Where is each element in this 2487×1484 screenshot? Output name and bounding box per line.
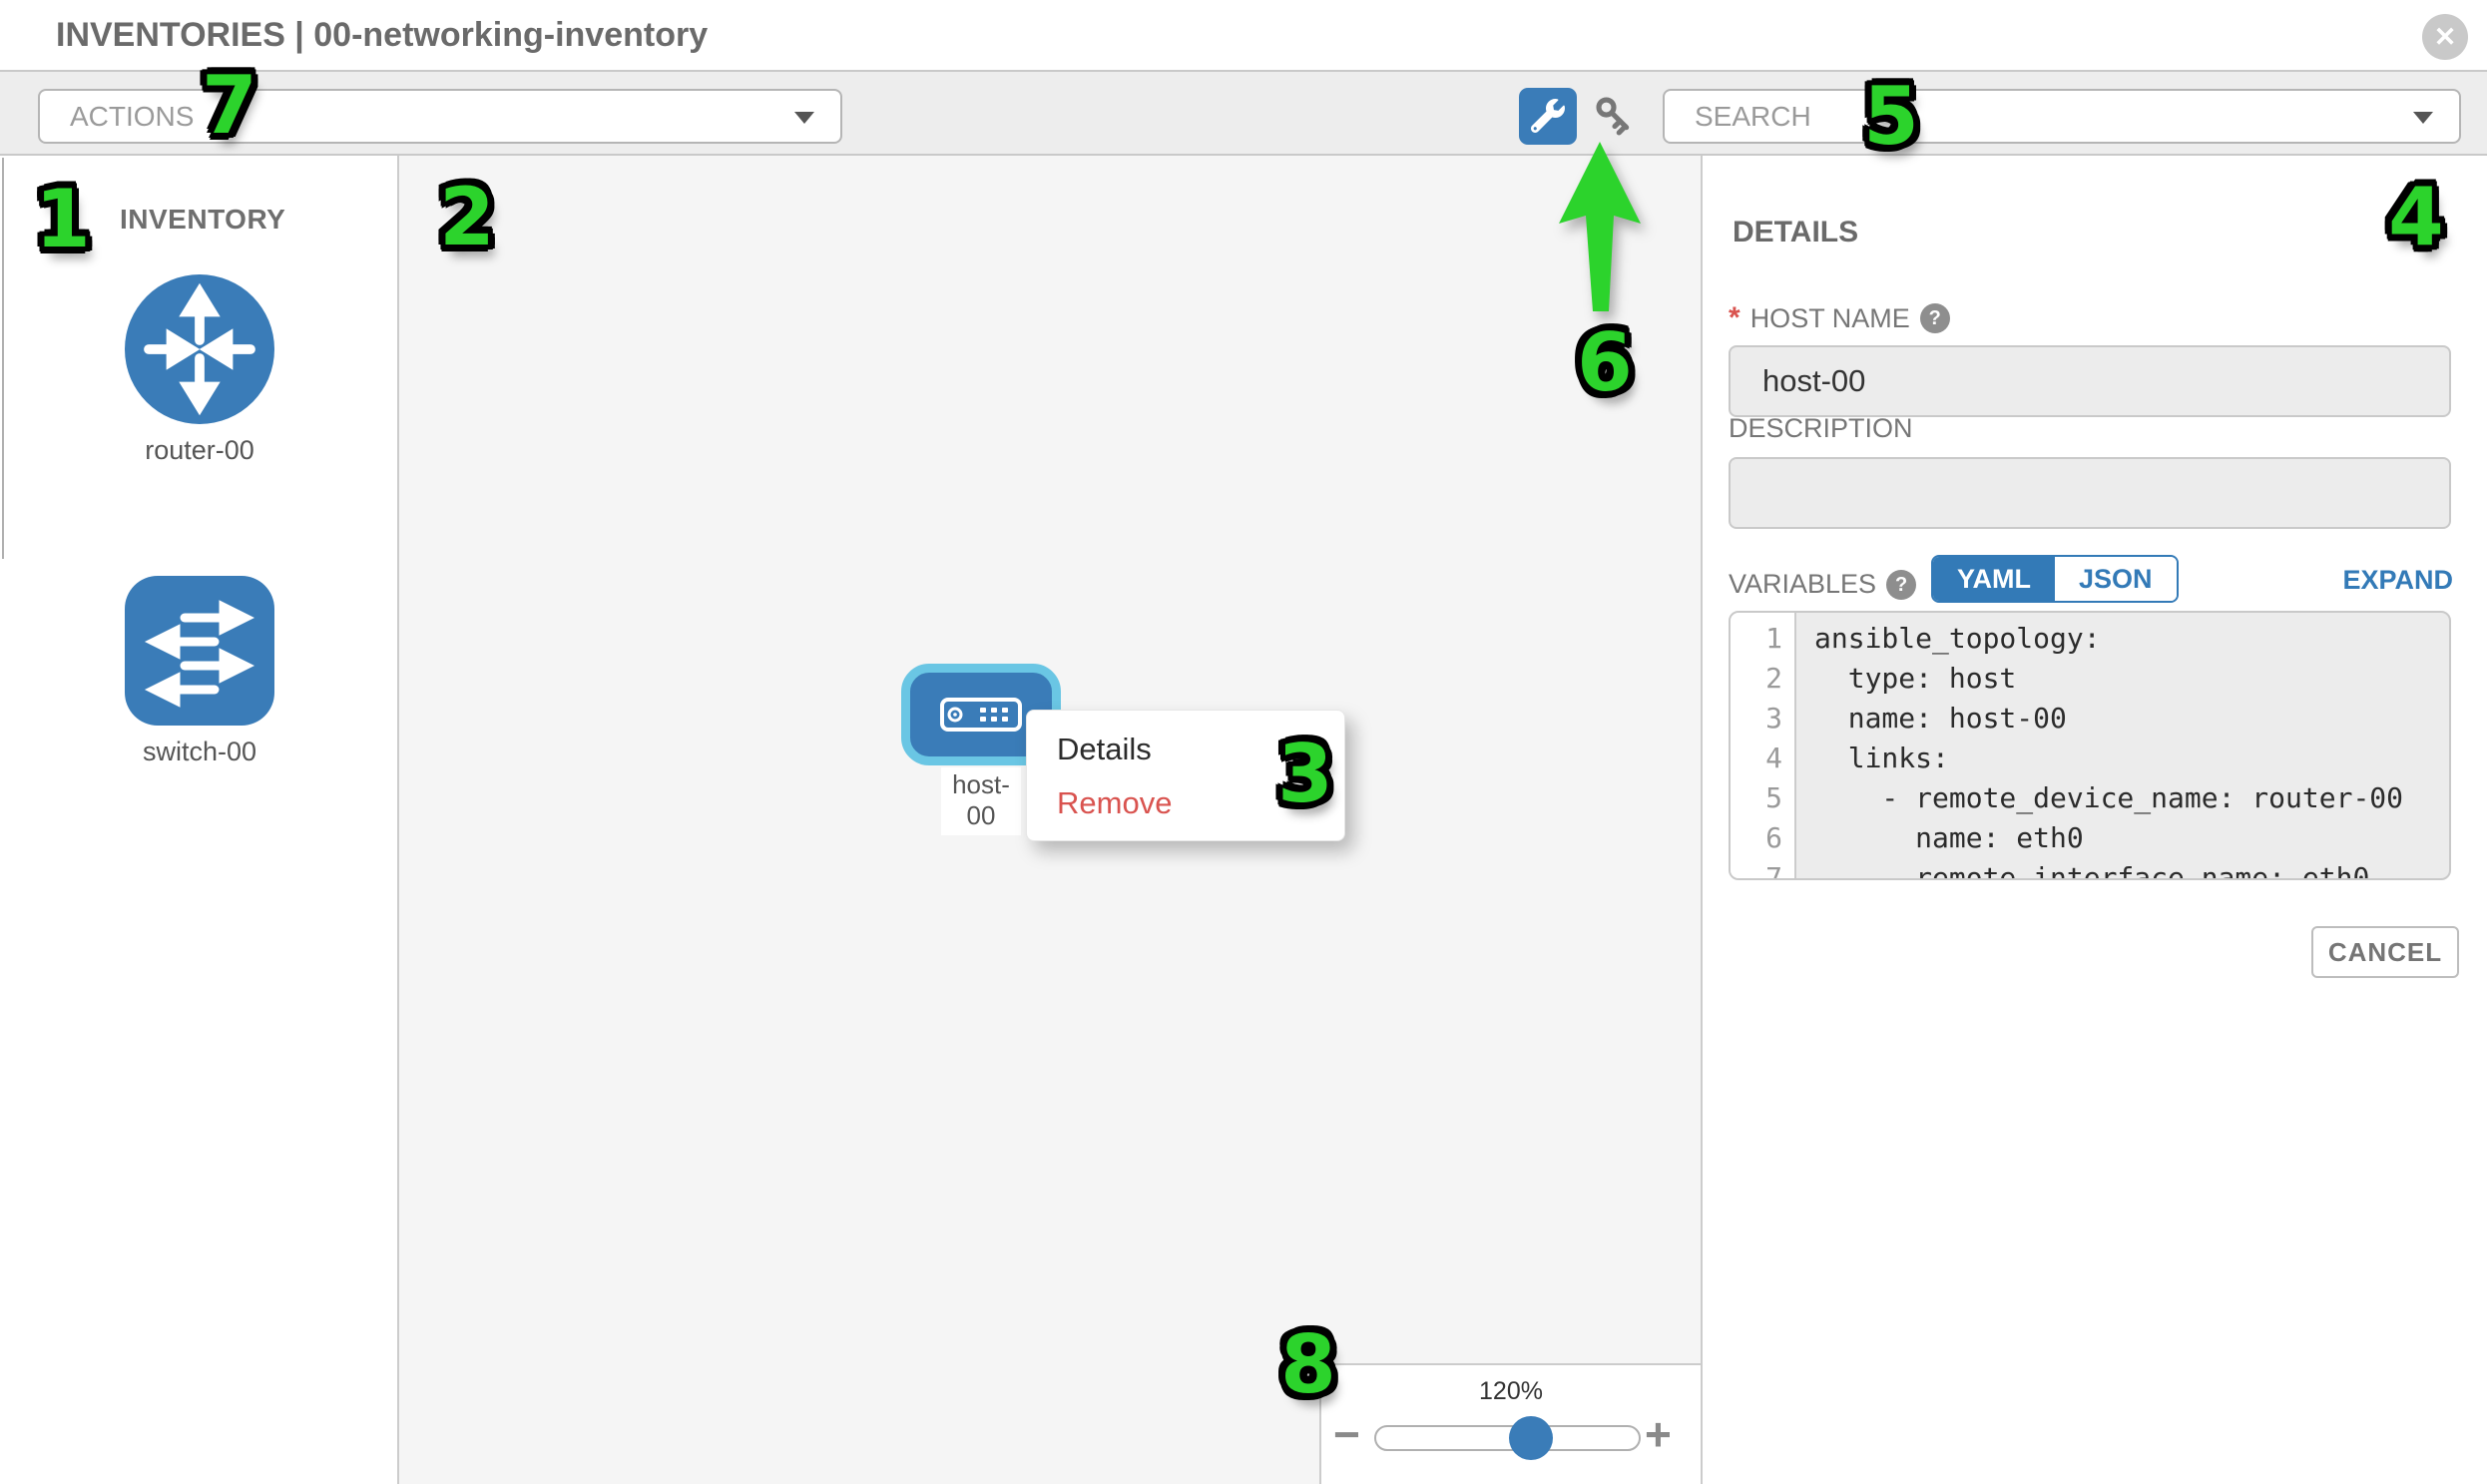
page-title: INVENTORIES | 00-networking-inventory xyxy=(56,0,708,70)
annotation-4: 4 xyxy=(2370,178,2462,257)
zoom-slider-thumb[interactable] xyxy=(1509,1416,1553,1460)
host-icon xyxy=(940,698,1022,732)
caret-down-icon xyxy=(2413,112,2433,124)
description-input[interactable] xyxy=(1729,457,2451,529)
line-number: 3 xyxy=(1731,699,1782,739)
sidebar-title: INVENTORY xyxy=(120,204,285,236)
code-line: remote_interface_name: eth0 xyxy=(1814,858,2449,880)
details-panel-title: DETAILS xyxy=(1733,216,1858,249)
router-icon xyxy=(125,274,274,424)
details-panel: DETAILS * HOST NAME ? DESCRIPTION VARIAB… xyxy=(1703,156,2487,1484)
code-line: - remote_device_name: router-00 xyxy=(1814,778,2449,818)
plus-icon: + xyxy=(1645,1408,1672,1460)
annotation-5: 5 xyxy=(1845,77,1937,157)
annotation-3: 3 xyxy=(1259,735,1351,814)
description-label-row: DESCRIPTION xyxy=(1729,413,1913,444)
caret-down-icon xyxy=(794,112,814,124)
required-marker: * xyxy=(1729,301,1741,335)
minus-icon: − xyxy=(1333,1408,1360,1460)
line-number: 2 xyxy=(1731,659,1782,699)
inventory-palette-sidebar: INVENTORY router-00 xyxy=(0,156,399,1484)
cancel-button[interactable]: CANCEL xyxy=(2311,926,2459,978)
annotation-6: 6 xyxy=(1559,323,1651,403)
wrench-icon xyxy=(1531,99,1565,133)
key-icon xyxy=(1591,92,1639,140)
variables-label: VARIABLES xyxy=(1729,569,1876,600)
tools-button[interactable] xyxy=(1519,88,1577,145)
variables-code-editor[interactable]: 1 2 3 4 5 6 7 ansible_topology: type: ho… xyxy=(1729,611,2451,880)
host-name-label-row: * HOST NAME ? xyxy=(1729,301,1950,335)
toggle-option-yaml[interactable]: YAML xyxy=(1933,557,2055,601)
code-line: links: xyxy=(1814,739,2449,778)
annotation-2: 2 xyxy=(421,178,513,257)
search-dropdown[interactable]: SEARCH xyxy=(1663,89,2461,144)
code-line: name: host-00 xyxy=(1814,699,2449,739)
variables-label-row: VARIABLES ? xyxy=(1729,569,1916,600)
host-node-label: host-00 xyxy=(941,767,1021,835)
line-number: 4 xyxy=(1731,739,1782,778)
question-circle-icon[interactable]: ? xyxy=(1920,303,1950,333)
description-label: DESCRIPTION xyxy=(1729,413,1913,444)
zoom-level-value: 120% xyxy=(1321,1377,1701,1406)
zoom-out-button[interactable]: − xyxy=(1333,1411,1360,1457)
editor-line-numbers: 1 2 3 4 5 6 7 xyxy=(1731,613,1796,878)
code-line: ansible_topology: xyxy=(1814,619,2449,659)
line-number: 1 xyxy=(1731,619,1782,659)
close-button[interactable]: ✕ xyxy=(2422,14,2468,60)
search-dropdown-label: SEARCH xyxy=(1695,91,1811,142)
toolbar: ACTIONS SEARCH xyxy=(0,72,2487,156)
host-name-input[interactable] xyxy=(1729,345,2451,417)
variables-format-toggle: YAML JSON xyxy=(1931,555,2179,603)
zoom-control-panel: 120% − + xyxy=(1319,1363,1701,1484)
annotation-1: 1 xyxy=(17,180,109,259)
line-number: 6 xyxy=(1731,818,1782,858)
close-icon: ✕ xyxy=(2434,22,2457,52)
actions-dropdown-label: ACTIONS xyxy=(70,91,194,142)
zoom-in-button[interactable]: + xyxy=(1645,1411,1672,1457)
question-circle-icon[interactable]: ? xyxy=(1886,570,1916,600)
page-header: INVENTORIES | 00-networking-inventory ✕ xyxy=(0,0,2487,72)
line-number: 5 xyxy=(1731,778,1782,818)
switch-icon xyxy=(125,576,274,726)
annotation-7: 7 xyxy=(184,66,275,146)
palette-item-switch[interactable]: switch-00 xyxy=(0,576,399,767)
line-number: 7 xyxy=(1731,858,1782,880)
expand-link[interactable]: EXPAND xyxy=(2342,565,2453,596)
palette-item-label: router-00 xyxy=(0,435,399,466)
credentials-key-button[interactable] xyxy=(1591,92,1639,140)
annotation-8: 8 xyxy=(1262,1325,1354,1405)
actions-dropdown[interactable]: ACTIONS xyxy=(38,89,842,144)
up-arrow-annotation-icon xyxy=(1553,140,1645,315)
inventory-topology-screen: INVENTORIES | 00-networking-inventory ✕ … xyxy=(0,0,2487,1484)
host-name-label: HOST NAME xyxy=(1750,303,1910,334)
code-line: name: eth0 xyxy=(1814,818,2449,858)
toggle-option-json[interactable]: JSON xyxy=(2055,557,2177,601)
palette-item-router[interactable]: router-00 xyxy=(0,274,399,466)
palette-item-label: switch-00 xyxy=(0,737,399,767)
editor-code-area[interactable]: ansible_topology: type: host name: host-… xyxy=(1798,613,2449,878)
topology-canvas[interactable]: host-00 Details Remove 120% − + xyxy=(399,156,1703,1484)
code-line: type: host xyxy=(1814,659,2449,699)
zoom-slider-track[interactable] xyxy=(1374,1425,1641,1451)
